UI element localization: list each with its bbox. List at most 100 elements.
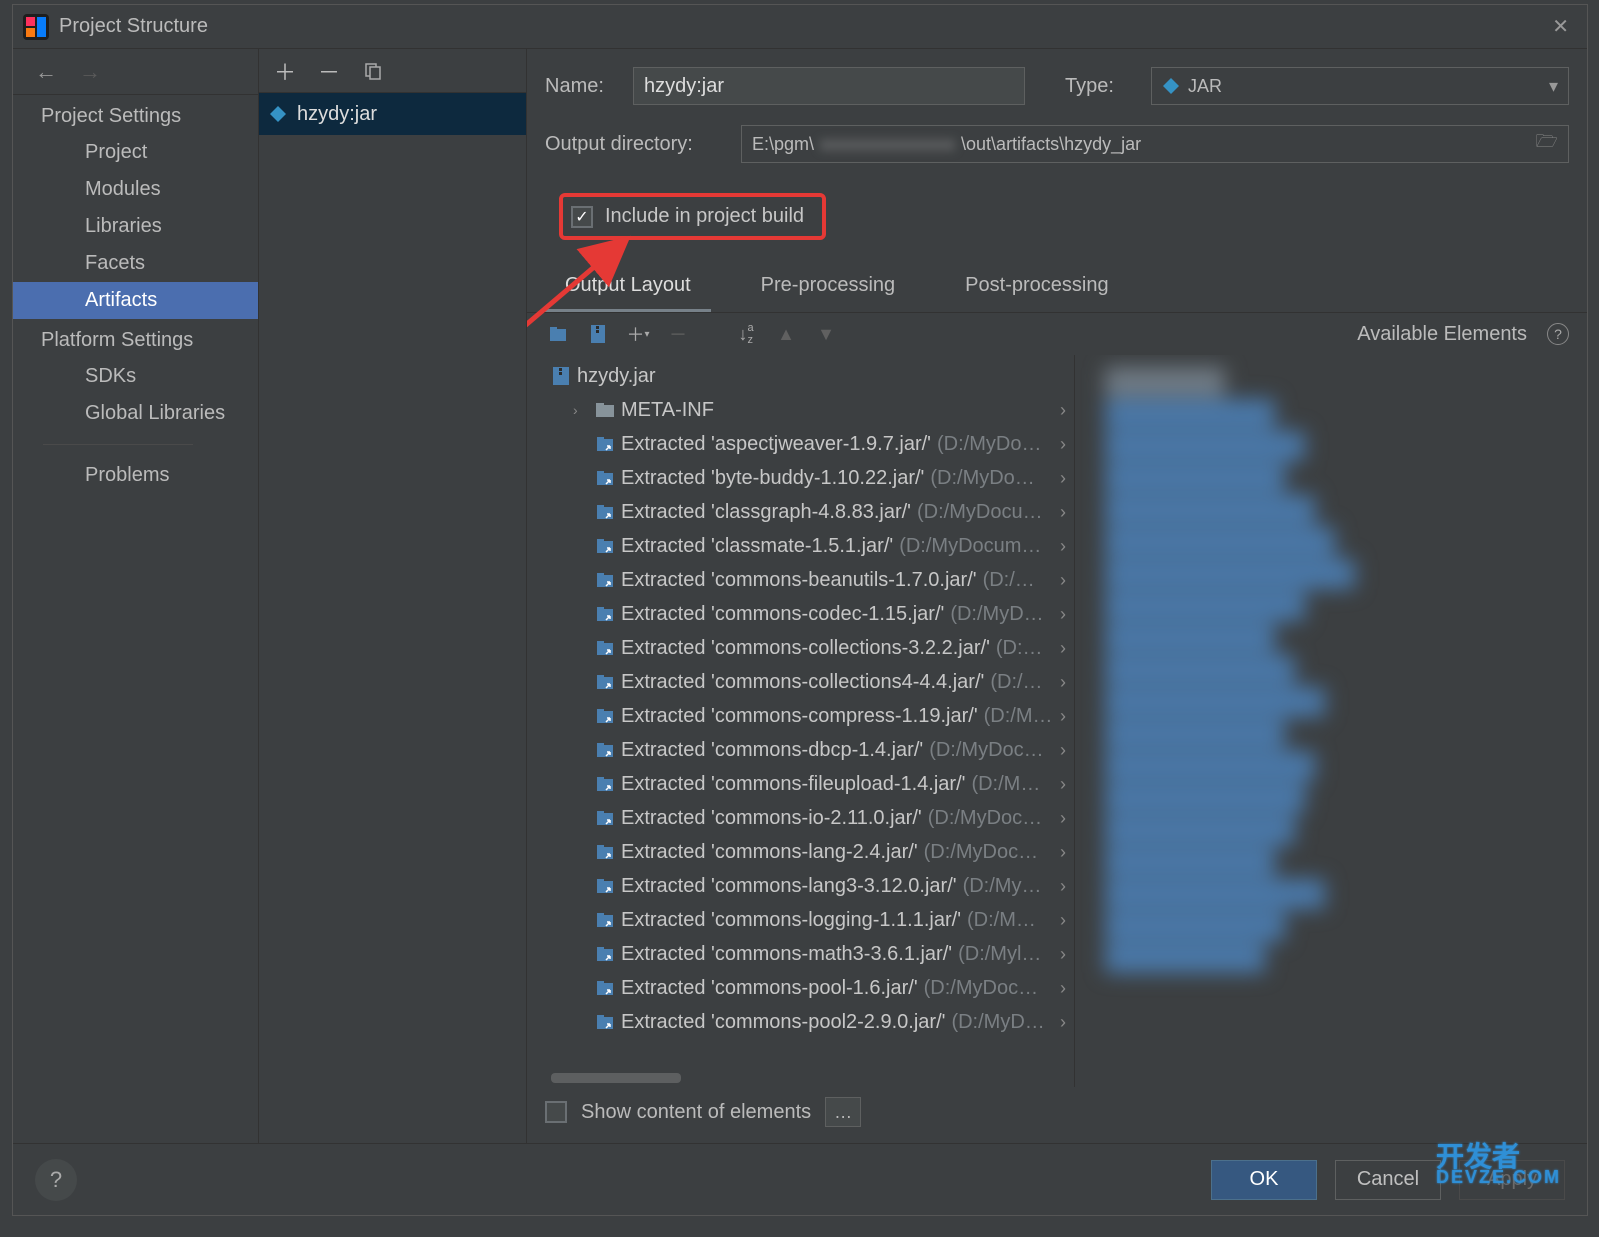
tree-item[interactable]: Extracted 'commons-compress-1.19.jar/' (…	[551, 699, 1074, 733]
tree-item[interactable]: Extracted 'commons-pool2-2.9.0.jar/' (D:…	[551, 1005, 1074, 1039]
nav-item-project[interactable]: Project	[13, 134, 258, 171]
chevron-right-icon[interactable]: ›	[1060, 978, 1074, 999]
chevron-right-icon[interactable]: ›	[1060, 502, 1074, 523]
extracted-icon	[595, 842, 615, 862]
nav-item-global-libraries[interactable]: Global Libraries	[13, 395, 258, 432]
chevron-right-icon[interactable]: ›	[1060, 468, 1074, 489]
show-content-checkbox[interactable]	[545, 1101, 567, 1123]
close-button[interactable]: ✕	[1544, 10, 1577, 43]
intellij-logo-icon	[23, 14, 49, 40]
tree-item[interactable]: Extracted 'commons-lang3-3.12.0.jar/' (D…	[551, 869, 1074, 903]
horizontal-scrollbar[interactable]	[551, 1073, 681, 1083]
nav-item-problems[interactable]: Problems	[13, 457, 258, 494]
chevron-right-icon[interactable]: ›	[1060, 672, 1074, 693]
sort-icon[interactable]: ↓az	[733, 321, 759, 347]
tree-item[interactable]: Extracted 'commons-pool-1.6.jar/' (D:/My…	[551, 971, 1074, 1005]
tree-meta-inf[interactable]: ›META-INF›	[551, 393, 1074, 427]
chevron-right-icon[interactable]: ›	[1060, 706, 1074, 727]
tree-item[interactable]: Extracted 'commons-lang-2.4.jar/' (D:/My…	[551, 835, 1074, 869]
back-arrow-icon[interactable]: ←	[35, 59, 57, 85]
extracted-icon	[595, 910, 615, 930]
folder-icon	[595, 400, 615, 420]
create-archive-icon[interactable]	[585, 321, 611, 347]
output-dir-label: Output directory:	[545, 133, 741, 156]
nav-item-libraries[interactable]: Libraries	[13, 208, 258, 245]
tree-item[interactable]: Extracted 'commons-codec-1.15.jar/' (D:/…	[551, 597, 1074, 631]
extracted-icon	[595, 706, 615, 726]
type-label: Type:	[1065, 75, 1151, 98]
extracted-icon	[595, 638, 615, 658]
annotation-highlight: Include in project build	[559, 193, 826, 240]
name-input[interactable]	[633, 67, 1025, 105]
output-dir-prefix: E:\pgm\	[752, 134, 814, 155]
chevron-right-icon[interactable]: ›	[1060, 604, 1074, 625]
nav-item-modules[interactable]: Modules	[13, 171, 258, 208]
type-select[interactable]: JAR ▾	[1151, 67, 1569, 105]
extracted-icon	[595, 434, 615, 454]
extracted-icon	[595, 570, 615, 590]
available-elements-label: Available Elements	[1357, 323, 1527, 346]
browse-folder-icon[interactable]: 🗁	[1536, 129, 1558, 159]
tree-item[interactable]: Extracted 'commons-dbcp-1.4.jar/' (D:/My…	[551, 733, 1074, 767]
chevron-right-icon[interactable]: ›	[1060, 536, 1074, 557]
output-dir-field[interactable]: E:\pgm\ xxxxxxxxxxxxxxx \out\artifacts\h…	[741, 125, 1569, 163]
help-icon[interactable]: ?	[1547, 323, 1569, 345]
tree-item[interactable]: Extracted 'classmate-1.5.1.jar/' (D:/MyD…	[551, 529, 1074, 563]
tree-item[interactable]: Extracted 'commons-fileupload-1.4.jar/' …	[551, 767, 1074, 801]
expand-arrow-icon[interactable]: ›	[573, 402, 589, 418]
chevron-right-icon[interactable]: ›	[1060, 774, 1074, 795]
extracted-icon	[595, 502, 615, 522]
chevron-right-icon[interactable]: ›	[1060, 944, 1074, 965]
jar-type-icon	[1162, 77, 1180, 95]
nav-item-facets[interactable]: Facets	[13, 245, 258, 282]
chevron-right-icon[interactable]: ›	[1060, 434, 1074, 455]
ok-button[interactable]: OK	[1211, 1160, 1317, 1200]
chevron-right-icon[interactable]: ›	[1060, 876, 1074, 897]
chevron-right-icon[interactable]: ›	[1060, 808, 1074, 829]
tab-pre-processing[interactable]: Pre-processing	[741, 264, 916, 312]
chevron-right-icon[interactable]: ›	[1060, 910, 1074, 931]
extracted-icon	[595, 672, 615, 692]
tree-root-jar[interactable]: hzydy.jar	[551, 359, 1074, 393]
tree-item[interactable]: Extracted 'commons-logging-1.1.1.jar/' (…	[551, 903, 1074, 937]
chevron-right-icon[interactable]: ›	[1060, 740, 1074, 761]
add-artifact-button[interactable]: ＋	[271, 57, 299, 85]
tree-item[interactable]: Extracted 'aspectjweaver-1.9.7.jar/' (D:…	[551, 427, 1074, 461]
apply-button[interactable]: Apply	[1459, 1160, 1565, 1200]
tree-item[interactable]: Extracted 'commons-math3-3.6.1.jar/' (D:…	[551, 937, 1074, 971]
tree-item[interactable]: Extracted 'commons-io-2.11.0.jar/' (D:/M…	[551, 801, 1074, 835]
available-elements-pane[interactable]	[1075, 355, 1569, 1087]
move-down-icon: ▼	[813, 321, 839, 347]
output-layout-tree[interactable]: hzydy.jar›META-INF›Extracted 'aspectjwea…	[545, 355, 1075, 1087]
chevron-right-icon[interactable]: ›	[1060, 842, 1074, 863]
chevron-right-icon[interactable]: ›	[1060, 400, 1074, 421]
create-dir-icon[interactable]	[545, 321, 571, 347]
tree-item[interactable]: Extracted 'byte-buddy-1.10.22.jar/' (D:/…	[551, 461, 1074, 495]
forward-arrow-icon[interactable]: →	[79, 59, 101, 85]
tree-item[interactable]: Extracted 'commons-collections4-4.4.jar/…	[551, 665, 1074, 699]
chevron-right-icon[interactable]: ›	[1060, 570, 1074, 591]
show-content-more-button[interactable]: …	[825, 1097, 861, 1127]
tree-item[interactable]: Extracted 'classgraph-4.8.83.jar/' (D:/M…	[551, 495, 1074, 529]
help-button[interactable]: ?	[35, 1159, 77, 1201]
add-copy-icon[interactable]: ＋▾	[625, 321, 651, 347]
archive-icon	[551, 366, 571, 386]
tab-post-processing[interactable]: Post-processing	[945, 264, 1128, 312]
available-elements-blurred	[1105, 365, 1385, 1045]
artifact-toolbar: ＋ －	[259, 49, 526, 93]
remove-artifact-button[interactable]: －	[315, 57, 343, 85]
cancel-button[interactable]: Cancel	[1335, 1160, 1441, 1200]
artifact-list-item[interactable]: hzydy:jar	[259, 93, 526, 135]
copy-artifact-button[interactable]	[359, 57, 387, 85]
tab-output-layout[interactable]: Output Layout	[545, 264, 711, 312]
nav-item-sdks[interactable]: SDKs	[13, 358, 258, 395]
tree-item[interactable]: Extracted 'commons-beanutils-1.7.0.jar/'…	[551, 563, 1074, 597]
chevron-right-icon[interactable]: ›	[1060, 1012, 1074, 1033]
extracted-icon	[595, 944, 615, 964]
nav-item-artifacts[interactable]: Artifacts	[13, 282, 258, 319]
chevron-right-icon[interactable]: ›	[1060, 638, 1074, 659]
tree-item[interactable]: Extracted 'commons-collections-3.2.2.jar…	[551, 631, 1074, 665]
include-in-build-checkbox[interactable]	[571, 206, 593, 228]
type-value: JAR	[1188, 76, 1222, 97]
dialog-button-bar: ? OK Cancel Apply	[13, 1143, 1587, 1215]
